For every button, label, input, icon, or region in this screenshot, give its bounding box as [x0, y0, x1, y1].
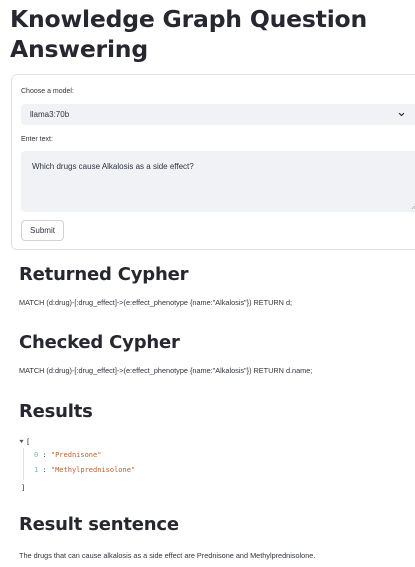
- checked-cypher-heading: Checked Cypher: [19, 332, 180, 353]
- returned-cypher-query: MATCH (d:drug)-[:drug_effect]->(e:effect…: [19, 298, 293, 307]
- model-select[interactable]: llama3:70b: [21, 104, 415, 125]
- results-json-viewer: [ 0 : "Prednisone" 1 : "Methylprednisolo…: [19, 436, 319, 494]
- result-sentence-heading: Result sentence: [19, 514, 179, 535]
- results-heading: Results: [19, 401, 93, 422]
- query-form: Choose a model: llama3:70b Enter text: W…: [11, 74, 415, 250]
- json-item: 0 : "Prednisone": [34, 451, 102, 459]
- question-textarea[interactable]: Which drugs cause Alkalosis as a side ef…: [21, 151, 415, 212]
- submit-button[interactable]: Submit: [21, 220, 64, 241]
- json-item-value: "Methylprednisolone": [50, 466, 136, 474]
- checked-cypher-query: MATCH (d:drug)-[:drug_effect]->(e:effect…: [19, 366, 313, 375]
- json-open-bracket: [: [26, 438, 31, 446]
- json-close-bracket: ]: [21, 484, 26, 492]
- caret-down-icon[interactable]: [19, 439, 24, 444]
- json-item: 1 : "Methylprednisolone": [34, 466, 136, 474]
- text-input-label: Enter text:: [21, 136, 53, 143]
- returned-cypher-heading: Returned Cypher: [19, 264, 189, 285]
- resize-grip-icon[interactable]: [411, 204, 415, 209]
- question-textarea-value: Which drugs cause Alkalosis as a side ef…: [32, 162, 194, 171]
- page-title: Knowledge Graph Question Answering: [10, 5, 368, 63]
- chevron-down-icon: [398, 112, 405, 117]
- model-select-label: Choose a model:: [21, 88, 74, 95]
- json-indent-guide: [23, 448, 24, 480]
- json-item-value: "Prednisone": [50, 451, 102, 459]
- result-sentence-text: The drugs that can cause alkalosis as a …: [19, 551, 316, 560]
- model-select-value: llama3:70b: [30, 110, 70, 119]
